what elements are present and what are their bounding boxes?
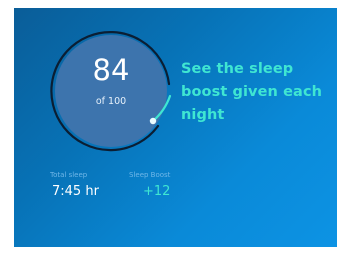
sleep-score-gauge [50,31,172,152]
sleep-score-screen: 84 of 100 See the sleep boost given each… [14,8,337,247]
total-sleep-value: 7:45 hr [52,184,99,199]
sleep-boost-promo-text: See the sleep boost given each night [181,61,323,123]
sleep-score-value: 84 [92,53,130,87]
sleep-boost-value: +12 [143,184,171,199]
total-sleep-label: Total sleep [50,171,88,179]
boost-arc-end-dot [149,117,157,125]
sleep-score-scale-label: of 100 [95,96,127,107]
score-circle [55,35,167,147]
sleep-boost-label: Sleep Boost [129,171,171,179]
